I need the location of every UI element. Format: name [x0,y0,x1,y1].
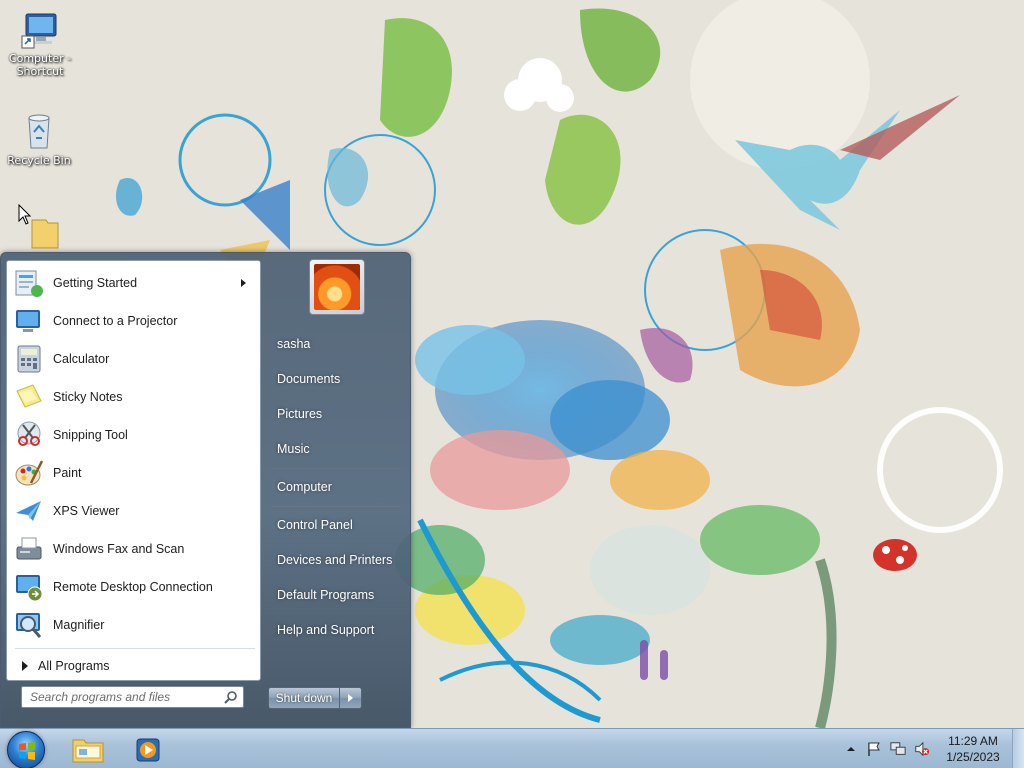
default-programs-link[interactable]: Default Programs [268,581,400,609]
program-remote-desktop-connection[interactable]: Remote Desktop Connection [7,568,260,606]
shut-down-label: Shut down [275,691,333,705]
program-label: Getting Started [53,276,138,290]
program-label: Windows Fax and Scan [53,542,185,556]
devices-and-printers-link[interactable]: Devices and Printers [268,546,400,574]
right-pane-divider [271,506,401,507]
right-item-label: Documents [277,372,341,386]
taskbar-media-player[interactable] [118,733,178,767]
computer-shortcut[interactable]: Computer - Shortcut [2,10,78,78]
magnifier-icon [13,609,45,641]
right-item-label: Default Programs [277,588,375,602]
program-windows-fax-and-scan[interactable]: Windows Fax and Scan [7,530,260,568]
all-programs-button[interactable]: All Programs [7,653,260,679]
flower-avatar [314,264,360,310]
program-label: Paint [53,466,82,480]
taskbar: 11:29 AM 1/25/2023 [0,728,1024,768]
search-input[interactable] [22,687,218,707]
getting-started-icon [13,267,45,299]
shut-down-options-button[interactable] [340,687,362,709]
programs-pane: Getting Started Connect to a Projector C… [6,260,261,681]
show-desktop-button[interactable] [1012,729,1024,768]
calculator-icon [13,343,45,375]
right-item-label: sasha [277,337,311,351]
computer-link[interactable]: Computer [268,473,400,501]
music-link[interactable]: Music [268,435,400,463]
network-icon[interactable] [890,741,906,757]
program-label: Snipping Tool [53,428,128,442]
user-folder-link[interactable]: sasha [268,330,400,358]
scissors-icon [13,419,45,451]
search-icon[interactable] [224,690,238,704]
system-clock[interactable]: 11:29 AM 1/25/2023 [940,733,1006,765]
program-label: Sticky Notes [53,390,123,404]
program-snipping-tool[interactable]: Snipping Tool [7,416,260,454]
clock-time: 11:29 AM [948,734,998,748]
program-connect-to-projector[interactable]: Connect to a Projector [7,302,260,340]
all-programs-label: All Programs [38,659,110,673]
recycle-bin[interactable]: Recycle Bin [1,112,77,167]
program-label: Remote Desktop Connection [53,580,213,594]
computer-shortcut-label: Computer - Shortcut [8,52,72,78]
program-xps-viewer[interactable]: XPS Viewer [7,492,260,530]
right-item-label: Pictures [277,407,323,421]
pictures-link[interactable]: Pictures [268,400,400,428]
program-magnifier[interactable]: Magnifier [7,606,260,644]
program-calculator[interactable]: Calculator [7,340,260,378]
program-label: Connect to a Projector [53,314,178,328]
fax-icon [13,533,45,565]
control-panel-link[interactable]: Control Panel [268,511,400,539]
user-picture[interactable] [309,259,365,315]
xps-viewer-icon [13,495,45,527]
explorer-folder-icon [72,739,104,763]
program-paint[interactable]: Paint [7,454,260,492]
programs-divider [15,648,255,649]
computer-icon [20,10,60,50]
clock-date: 1/25/2023 [946,750,1000,764]
submenu-arrow-icon [241,279,246,287]
windows-logo-icon [19,742,35,760]
documents-link[interactable]: Documents [268,365,400,393]
projector-icon [13,305,45,337]
sticky-notes-icon [13,381,45,413]
right-pane-divider [271,468,401,469]
program-sticky-notes[interactable]: Sticky Notes [7,378,260,416]
shut-down-button[interactable]: Shut down [268,687,340,709]
expand-arrow-icon [22,661,28,671]
right-item-label: Help and Support [277,623,375,637]
mouse-cursor-icon [18,204,32,225]
right-item-label: Devices and Printers [277,553,393,567]
right-item-label: Computer [277,480,332,494]
taskbar-windows-explorer[interactable] [58,733,118,767]
search-box[interactable] [21,686,244,708]
media-player-icon [136,738,160,762]
help-and-support-link[interactable]: Help and Support [268,616,400,644]
program-label: Magnifier [53,618,105,632]
volume-muted-icon[interactable] [914,741,930,757]
remote-desktop-icon [13,571,45,603]
action-center-flag-icon[interactable] [866,741,882,757]
program-label: Calculator [53,352,110,366]
program-getting-started[interactable]: Getting Started [7,264,260,302]
recycle-bin-icon [19,112,59,152]
program-label: XPS Viewer [53,504,120,518]
paint-palette-icon [13,457,45,489]
right-item-label: Music [277,442,310,456]
recycle-bin-label: Recycle Bin [7,154,71,167]
folder-desktop-item[interactable] [2,214,78,256]
start-menu: Getting Started Connect to a Projector C… [0,252,411,728]
show-hidden-icons-chevron[interactable] [843,741,859,757]
start-button[interactable] [7,731,45,768]
right-item-label: Control Panel [277,518,353,532]
